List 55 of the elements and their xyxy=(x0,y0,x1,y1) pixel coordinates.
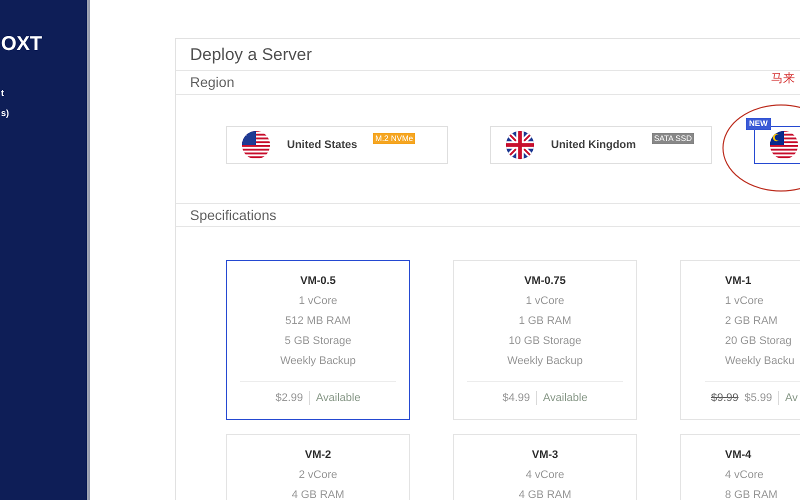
plan-name: VM-0.75 xyxy=(524,274,566,289)
sidebar-item[interactable]: t xyxy=(0,86,87,100)
plan-spec: 4 GB RAM xyxy=(518,488,572,500)
plan-spec: 5 GB Storage xyxy=(284,334,352,349)
flag-icon xyxy=(505,130,535,160)
plan-card[interactable]: VM-0.5 1 vCore 512 MB RAM 5 GB Storage Weekly Backup $2.99 Available xyxy=(226,260,410,420)
section-heading: Region xyxy=(190,73,234,92)
plan-name: VM-3 xyxy=(532,448,558,463)
plan-spec: 4 vCore xyxy=(725,468,764,483)
plan-spec: 1 vCore xyxy=(725,294,764,309)
panel-title: Deploy a Server xyxy=(190,44,312,66)
plan-status: Available xyxy=(316,391,360,406)
region-name: United Kingdom xyxy=(551,138,636,153)
plan-card[interactable]: VM-3 4 vCore 4 GB RAM xyxy=(453,434,637,500)
plan-spec: 4 GB RAM xyxy=(292,488,344,500)
sidebar-item[interactable]: s) xyxy=(0,106,87,120)
plan-spec: 512 MB RAM xyxy=(285,314,351,329)
plan-spec: 1 vCore xyxy=(526,294,564,309)
plan-spec: 10 GB Storage xyxy=(508,334,582,349)
plan-status: Av xyxy=(785,391,798,406)
plan-status: Available xyxy=(543,391,588,406)
plan-spec: 1 vCore xyxy=(298,294,338,309)
region-name: United States xyxy=(287,138,358,153)
plan-spec: 2 vCore xyxy=(298,468,338,483)
plan-card[interactable]: VM-1 1 vCore 2 GB RAM 20 GB Storag Weekly Backu $9.99 $5.99 Av xyxy=(680,260,800,420)
plan-spec: Weekly Backu xyxy=(725,354,794,369)
section-heading: Specifications xyxy=(190,206,276,225)
region-option[interactable] xyxy=(754,126,800,164)
plan-name: VM-4 xyxy=(725,448,752,463)
old-price: $9.99 xyxy=(711,391,739,406)
region-option[interactable]: United Kingdom SATA SSD xyxy=(490,126,712,164)
logo: OXT xyxy=(0,32,44,57)
plan-name: VM-0.5 xyxy=(300,274,336,289)
plan-price: $4.99 xyxy=(502,391,530,406)
flag-icon xyxy=(241,130,271,160)
flag-icon xyxy=(769,130,799,160)
plan-spec: Weekly Backup xyxy=(507,354,583,369)
plan-card[interactable]: VM-0.75 1 vCore 1 GB RAM 10 GB Storage Weekly Backup $4.99 Available xyxy=(453,260,637,420)
storage-tag: M.2 NVMe xyxy=(373,133,416,144)
plan-spec: 20 GB Storag xyxy=(725,334,792,349)
plan-name: VM-2 xyxy=(304,448,332,463)
plan-name: VM-1 xyxy=(725,274,752,289)
plan-spec: 2 GB RAM xyxy=(725,314,778,329)
plan-spec: Weekly Backup xyxy=(280,354,356,369)
plan-spec: 8 GB RAM xyxy=(725,488,778,500)
plan-price: $5.99 xyxy=(744,391,772,406)
new-tag: NEW xyxy=(746,118,771,130)
region-option[interactable]: United States M.2 NVMe xyxy=(226,126,448,164)
annotation-text: 马来 xyxy=(771,70,795,87)
plan-card[interactable]: VM-2 2 vCore 4 GB RAM xyxy=(226,434,410,500)
storage-tag: SATA SSD xyxy=(652,133,694,144)
plan-card[interactable]: VM-4 4 vCore 8 GB RAM xyxy=(680,434,800,500)
plan-spec: 1 GB RAM xyxy=(518,314,572,329)
plan-price: $2.99 xyxy=(276,391,304,406)
plan-spec: 4 vCore xyxy=(526,468,564,483)
